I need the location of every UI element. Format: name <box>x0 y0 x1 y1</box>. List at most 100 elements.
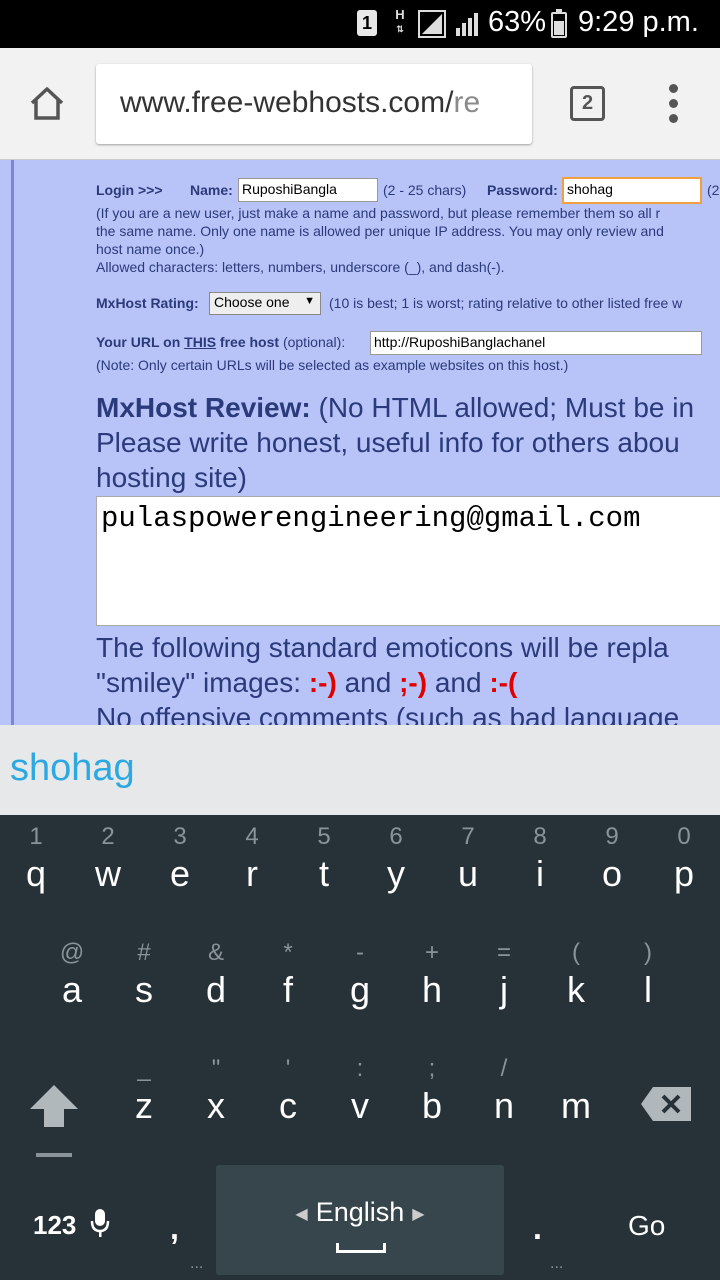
key-hint: ( <box>572 939 580 966</box>
key-label: b <box>421 1085 443 1126</box>
key-n[interactable]: / n <box>468 1047 540 1147</box>
sim-indicator-icon: 1 <box>357 10 377 36</box>
key-hint: 2 <box>101 823 115 850</box>
key-hint: + <box>424 939 439 966</box>
key-d[interactable]: & d <box>180 931 252 1031</box>
key-v[interactable]: :v <box>324 1047 396 1147</box>
key-y[interactable]: 6y <box>360 815 432 915</box>
note-line: the same name. Only one name is allowed … <box>96 223 664 239</box>
status-bar: 1 H ⇅ 63% 9:29 p.m. <box>0 0 720 48</box>
key-l[interactable]: ) l <box>612 931 684 1031</box>
note-line: (If you are a new user, just make a name… <box>96 205 661 221</box>
key-t[interactable]: 5t <box>288 815 360 915</box>
key-label: a <box>61 969 83 1010</box>
more-keys-indicator: ... <box>550 1255 564 1272</box>
review-heading: MxHost Review: (No HTML allowed; Must be… <box>96 392 695 493</box>
key-label: t <box>318 853 329 894</box>
key-w[interactable]: 2w <box>72 815 144 915</box>
key-hint: 8 <box>533 823 547 850</box>
key-label: l <box>644 969 652 1010</box>
network-type-icon: H ⇅ <box>395 7 405 34</box>
key-h[interactable]: + h <box>396 931 468 1031</box>
key-o[interactable]: 9o <box>576 815 648 915</box>
key-label: e <box>169 853 191 894</box>
key-label: i <box>536 853 544 894</box>
key-z[interactable]: _ z <box>108 1047 180 1147</box>
tabs-icon[interactable]: 2 <box>570 86 605 121</box>
symbols-key[interactable]: 123 <box>33 1210 76 1241</box>
key-m[interactable]: m <box>540 1047 612 1147</box>
go-key[interactable]: Go <box>628 1210 665 1242</box>
shift-indicator <box>36 1153 72 1157</box>
key-i[interactable]: 8i <box>504 815 576 915</box>
microphone-icon[interactable] <box>90 1207 110 1239</box>
signal-strength-2-icon <box>456 13 478 36</box>
url-note: (Note: Only certain URLs will be selecte… <box>96 357 569 373</box>
key-hint: _ <box>137 1055 151 1082</box>
key-hint: 6 <box>389 823 403 850</box>
key-e[interactable]: 3e <box>144 815 216 915</box>
key-q[interactable]: 1q <box>0 815 72 915</box>
key-label: y <box>387 853 405 894</box>
key-hint: 3 <box>173 823 187 850</box>
key-label: k <box>567 969 585 1010</box>
key-hint: 7 <box>461 823 475 850</box>
key-label: c <box>279 1085 297 1126</box>
key-p[interactable]: 0p <box>648 815 720 915</box>
name-hint: (2 - 25 chars) <box>383 182 467 198</box>
name-label: Name: <box>190 182 233 198</box>
comma-key[interactable]: , <box>170 1210 179 1247</box>
key-hint: 4 <box>245 823 259 850</box>
password-label: Password: <box>487 182 558 198</box>
key-label: j <box>500 969 508 1010</box>
key-label: z <box>135 1085 153 1126</box>
key-hint: 1 <box>29 823 43 850</box>
allowed-chars-note: Allowed characters: letters, numbers, un… <box>96 259 505 275</box>
suggestion-strip: shohag <box>0 725 720 815</box>
key-u[interactable]: 7u <box>432 815 504 915</box>
key-label: d <box>205 969 227 1010</box>
key-hint: * <box>283 939 293 966</box>
review-textarea[interactable]: pulaspowerengineering@gmail.com <box>96 496 720 626</box>
space-key[interactable]: ◀ English ▶ <box>216 1165 504 1275</box>
key-a[interactable]: @ a <box>36 931 108 1031</box>
more-keys-indicator: ... <box>190 1255 204 1272</box>
key-hint: 9 <box>605 823 619 850</box>
key-k[interactable]: (k <box>540 931 612 1031</box>
rating-select[interactable]: Choose one ▼ <box>209 292 321 315</box>
keyboard: 123 , ... ◀ English ▶ . ... Go 1q2w3e4r5t6… <box>0 815 720 1280</box>
rating-hint: (10 is best; 1 is worst; rating relative… <box>329 295 683 311</box>
signal-strength-icon <box>418 10 446 38</box>
key-r[interactable]: 4r <box>216 815 288 915</box>
key-b[interactable]: ; b <box>396 1047 468 1147</box>
url-input[interactable]: http://RuposhiBanglachanel <box>370 331 702 355</box>
address-bar[interactable]: www.free-webhosts.com/re <box>96 64 532 144</box>
dropdown-arrow-icon: ▼ <box>304 295 315 307</box>
password-input[interactable]: shohag <box>562 177 702 204</box>
key-j[interactable]: = j <box>468 931 540 1031</box>
password-hint: (2 <box>707 182 720 198</box>
battery-icon <box>551 9 567 38</box>
key-hint: 5 <box>317 823 331 850</box>
key-hint: ' <box>285 1055 291 1082</box>
key-x[interactable]: " x <box>180 1047 252 1147</box>
rating-label: MxHost Rating: <box>96 295 199 311</box>
key-g[interactable]: -g <box>324 931 396 1031</box>
key-label: m <box>561 1085 591 1126</box>
key-s[interactable]: # s <box>108 931 180 1031</box>
suggestion-word[interactable]: shohag <box>10 747 135 790</box>
shift-icon[interactable] <box>28 1083 80 1129</box>
key-label: p <box>673 853 695 894</box>
key-c[interactable]: ' c <box>252 1047 324 1147</box>
key-hint: # <box>137 939 151 966</box>
key-f[interactable]: * f <box>252 931 324 1031</box>
key-hint: & <box>207 939 224 966</box>
home-icon[interactable] <box>28 84 66 122</box>
battery-percent: 63% <box>488 6 547 38</box>
overflow-menu-icon[interactable] <box>662 84 686 124</box>
key-hint: ; <box>428 1055 436 1082</box>
name-input[interactable]: RuposhiBangla <box>238 178 378 202</box>
rating-select-value: Choose one <box>214 294 290 310</box>
period-key[interactable]: . <box>533 1210 542 1247</box>
backspace-icon[interactable] <box>641 1087 691 1121</box>
